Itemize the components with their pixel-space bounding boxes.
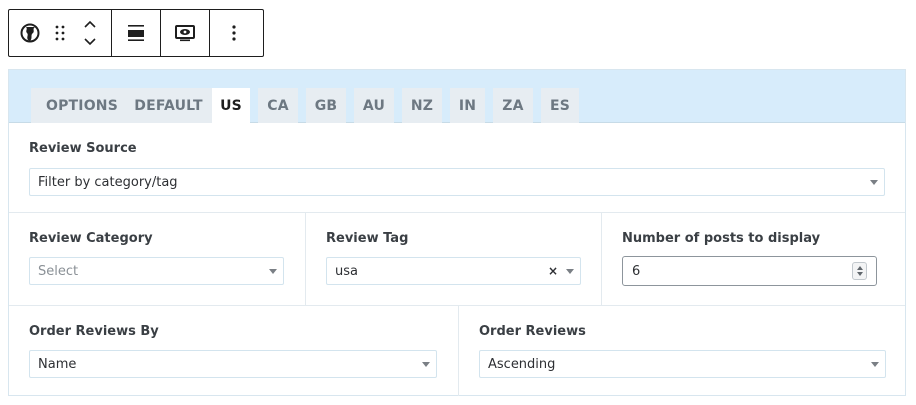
tab-ca[interactable]: CA: [258, 88, 298, 123]
order-by-label: Order Reviews By: [29, 324, 159, 339]
review-tag-label: Review Tag: [326, 231, 409, 246]
review-category-field: Review Category Select: [9, 213, 305, 305]
clear-icon[interactable]: ×: [548, 264, 558, 278]
tab-in[interactable]: IN: [450, 88, 485, 123]
posts-count-field: Number of posts to display 6: [601, 213, 905, 305]
chevron-down-icon: [871, 362, 879, 367]
globe-icon[interactable]: [15, 10, 45, 56]
tab-us[interactable]: US: [212, 88, 250, 124]
review-source-field: Review Source Filter by category/tag: [9, 123, 905, 212]
review-source-value: Filter by category/tag: [38, 174, 178, 190]
review-source-select[interactable]: Filter by category/tag: [29, 168, 885, 196]
tab-au[interactable]: AU: [354, 88, 394, 123]
move-up-down: [75, 10, 105, 56]
review-source-row: Review Source Filter by category/tag: [9, 123, 905, 212]
order-field: Order Reviews Ascending: [458, 306, 905, 396]
chevron-down-icon: [870, 180, 878, 185]
review-tag-field: Review Tag usa ×: [305, 213, 601, 305]
tab-za[interactable]: ZA: [493, 88, 533, 123]
filters-row: Review Category Select Review Tag usa × …: [9, 212, 905, 305]
order-by-select[interactable]: Name: [29, 350, 437, 378]
toolbar-group-align: [112, 10, 161, 56]
order-label: Order Reviews: [479, 324, 586, 339]
posts-count-input[interactable]: 6: [622, 256, 877, 286]
review-category-placeholder: Select: [38, 263, 79, 279]
tab-es[interactable]: ES: [541, 88, 579, 123]
toolbar-group-preview: [161, 10, 210, 56]
order-value: Ascending: [488, 356, 556, 372]
tab-options[interactable]: OPTIONS: [31, 88, 133, 123]
review-category-label: Review Category: [29, 231, 153, 246]
posts-count-label: Number of posts to display: [622, 231, 821, 246]
chevron-down-icon: [269, 269, 277, 274]
more-options-icon[interactable]: [210, 10, 258, 56]
region-tab-bar: OPTIONS DEFAULT US CA GB AU NZ IN ZA ES: [9, 70, 905, 124]
align-icon[interactable]: [112, 10, 160, 56]
toolbar-group-block: [9, 10, 112, 56]
tab-default[interactable]: DEFAULT: [121, 88, 216, 123]
review-category-select[interactable]: Select: [29, 257, 284, 285]
ordering-row: Order Reviews By Name Order Reviews Asce…: [9, 305, 905, 396]
move-down-icon[interactable]: [83, 37, 97, 46]
review-source-label: Review Source: [29, 141, 137, 156]
drag-handle-icon[interactable]: [45, 10, 75, 56]
move-up-icon[interactable]: [83, 20, 97, 29]
chevron-down-icon: [566, 269, 574, 274]
order-by-value: Name: [38, 356, 77, 372]
preview-icon[interactable]: [161, 10, 209, 56]
order-select[interactable]: Ascending: [479, 350, 886, 378]
number-stepper[interactable]: [852, 262, 867, 280]
review-tag-value: usa: [335, 263, 358, 279]
tab-gb[interactable]: GB: [306, 88, 346, 123]
order-by-field: Order Reviews By Name: [9, 306, 458, 396]
toolbar-group-more: [210, 10, 258, 56]
settings-panel: OPTIONS DEFAULT US CA GB AU NZ IN ZA ES …: [8, 69, 906, 396]
chevron-down-icon: [422, 362, 430, 367]
block-toolbar: [8, 9, 264, 57]
review-tag-select[interactable]: usa ×: [326, 257, 581, 285]
posts-count-value: 6: [632, 263, 641, 279]
tab-nz[interactable]: NZ: [402, 88, 442, 123]
